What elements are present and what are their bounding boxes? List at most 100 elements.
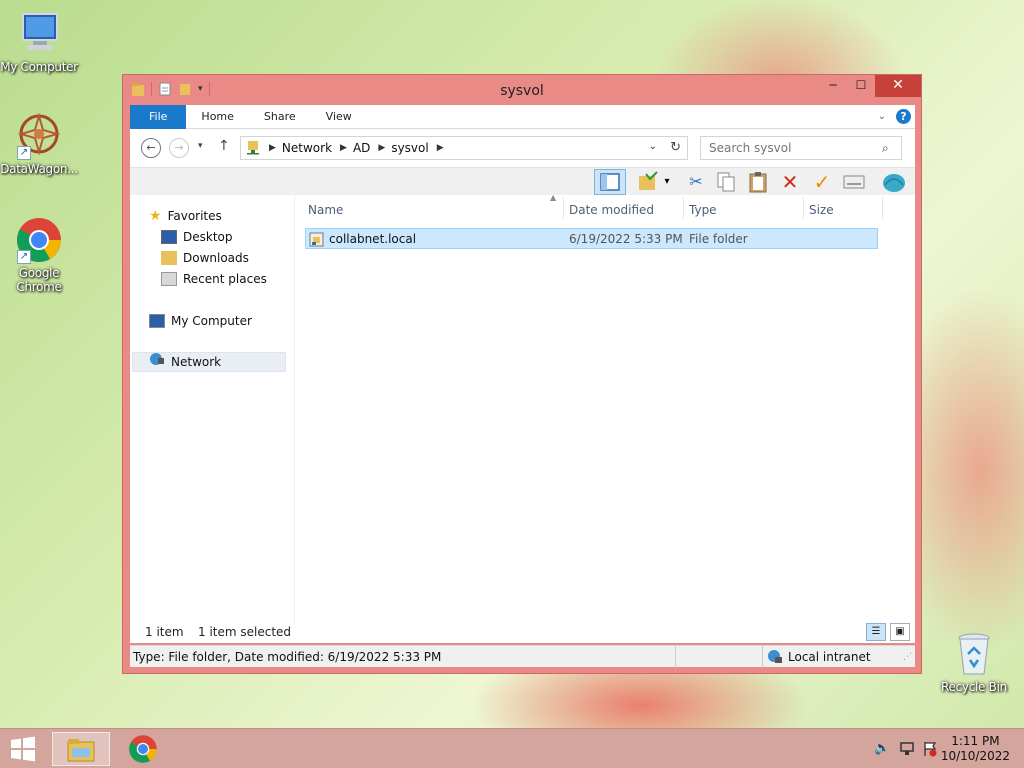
- address-dropdown-icon[interactable]: ⌄: [649, 141, 657, 152]
- forward-button[interactable]: →: [169, 138, 189, 158]
- resize-grip-icon[interactable]: ⋰: [903, 652, 912, 662]
- breadcrumb-chevron-icon[interactable]: ▶: [340, 143, 347, 153]
- tab-home[interactable]: Home: [186, 105, 248, 129]
- sort-indicator-icon: ▲: [550, 193, 557, 202]
- nav-label: Downloads: [183, 251, 249, 265]
- window-controls: ─ ☐ ✕: [819, 75, 921, 97]
- details-view-button[interactable]: ☰: [866, 623, 886, 641]
- shortcut-arrow-icon: ↗: [17, 250, 31, 264]
- desktop-icon-recycle-bin[interactable]: Recycle Bin: [932, 630, 1016, 694]
- breadcrumb-sysvol[interactable]: sysvol: [391, 141, 428, 155]
- desktop-icon-label: Google Chrome: [16, 266, 62, 294]
- taskbar-file-explorer[interactable]: [52, 732, 110, 766]
- up-button[interactable]: ↑: [218, 138, 230, 154]
- address-bar[interactable]: ▶ Network ▶ AD ▶ sysvol ▶ ⌄ ↻: [240, 136, 688, 160]
- dropdown-arrow-icon[interactable]: ▾: [660, 171, 674, 193]
- clock-date: 10/10/2022: [940, 749, 1010, 763]
- breadcrumb-network[interactable]: Network: [282, 141, 332, 155]
- file-explorer-icon: [66, 737, 96, 766]
- move-to-icon[interactable]: [636, 171, 660, 193]
- system-clock[interactable]: 1:11 PM 10/10/2022: [941, 734, 1010, 764]
- tab-share[interactable]: Share: [249, 105, 311, 129]
- nav-network[interactable]: Network: [132, 352, 286, 372]
- network-tray-icon[interactable]: [899, 741, 915, 761]
- ribbon-right-controls: ⌄ ?: [878, 109, 911, 124]
- help-icon[interactable]: ?: [896, 109, 911, 124]
- nav-label: My Computer: [171, 314, 252, 328]
- nav-label: Recent places: [183, 272, 267, 286]
- cut-icon[interactable]: ✂: [684, 171, 708, 193]
- desktop-icon-datawagon[interactable]: ↗ DataWagon...: [0, 112, 81, 176]
- breadcrumb-chevron-icon[interactable]: ▶: [378, 143, 385, 153]
- nav-my-computer[interactable]: My Computer: [149, 311, 252, 331]
- file-name: collabnet.local: [329, 232, 417, 246]
- column-header-date-modified[interactable]: Date modified: [569, 203, 654, 217]
- minimize-button[interactable]: ─: [819, 75, 847, 97]
- tab-file[interactable]: File: [130, 104, 187, 129]
- action-center-flag-icon[interactable]: [922, 741, 938, 761]
- breadcrumb-chevron-icon[interactable]: ▶: [269, 143, 276, 153]
- command-toolbar: ▾ ✂ ✕ ✓: [130, 167, 915, 195]
- nav-downloads[interactable]: Downloads: [161, 248, 249, 268]
- navigation-pane: ★ Favorites Desktop Downloads Recent pla…: [130, 195, 295, 623]
- paste-icon[interactable]: [746, 171, 770, 193]
- back-button[interactable]: ←: [141, 138, 161, 158]
- details-bar: Type: File folder, Date modified: 6/19/2…: [130, 645, 915, 668]
- start-button[interactable]: [8, 732, 40, 766]
- nav-recent-places[interactable]: Recent places: [161, 269, 267, 289]
- refresh-icon[interactable]: ↻: [670, 140, 681, 155]
- desktop-icon-label: Recycle Bin: [941, 680, 1007, 694]
- column-header-size[interactable]: Size: [809, 203, 834, 217]
- file-type: File folder: [689, 232, 748, 246]
- chrome-icon: [128, 734, 158, 767]
- nav-desktop[interactable]: Desktop: [161, 227, 233, 247]
- large-icons-view-button[interactable]: ▣: [890, 623, 910, 641]
- title-bar[interactable]: ▾ sysvol ─ ☐ ✕: [123, 75, 921, 105]
- file-row[interactable]: collabnet.local 6/19/2022 5:33 PM File f…: [305, 228, 878, 249]
- desktop-icon-label: DataWagon...: [0, 162, 78, 176]
- shell-icon[interactable]: [882, 171, 906, 193]
- column-divider[interactable]: [683, 197, 684, 219]
- content-area: ★ Favorites Desktop Downloads Recent pla…: [130, 193, 915, 623]
- search-icon[interactable]: ⌕: [882, 141, 889, 156]
- nav-label: Desktop: [183, 230, 233, 244]
- zone-divider: [675, 646, 676, 668]
- recycle-bin-icon: [950, 630, 998, 678]
- delete-icon[interactable]: ✕: [778, 171, 802, 193]
- security-zone: Local intranet: [788, 650, 871, 664]
- datawagon-icon: ↗: [15, 112, 63, 160]
- nav-label: Favorites: [167, 209, 222, 223]
- column-divider[interactable]: [803, 197, 804, 219]
- close-button[interactable]: ✕: [875, 75, 921, 97]
- chrome-icon: ↗: [15, 216, 63, 264]
- volume-muted-icon[interactable]: 🔈: [874, 741, 890, 756]
- taskbar-google-chrome[interactable]: [118, 732, 168, 766]
- copy-icon[interactable]: [714, 171, 738, 193]
- nav-favorites[interactable]: ★ Favorites: [149, 206, 222, 226]
- breadcrumb-chevron-icon[interactable]: ▶: [437, 143, 444, 153]
- search-input[interactable]: [700, 136, 902, 160]
- properties-toolbar-icon[interactable]: [842, 171, 866, 193]
- maximize-button[interactable]: ☐: [847, 75, 875, 97]
- column-header-name[interactable]: Name: [308, 203, 343, 217]
- desktop-icon-google-chrome[interactable]: ↗ Google Chrome: [0, 216, 81, 294]
- explorer-window: ▾ sysvol ─ ☐ ✕ File Home Share View ⌄ ? …: [122, 74, 922, 674]
- star-icon: ★: [149, 208, 162, 224]
- expand-ribbon-icon[interactable]: ⌄: [878, 111, 886, 122]
- preview-pane-icon[interactable]: [594, 169, 626, 195]
- desktop-icon-my-computer[interactable]: My Computer: [0, 10, 81, 74]
- recent-locations-icon[interactable]: ▾: [198, 141, 203, 151]
- zone-divider: [762, 646, 763, 668]
- status-bar: 1 item 1 item selected ☰ ▣: [130, 623, 915, 643]
- network-folder-icon: [309, 231, 325, 250]
- breadcrumb-ad[interactable]: AD: [353, 141, 370, 155]
- rename-check-icon[interactable]: ✓: [810, 171, 834, 193]
- column-divider[interactable]: [563, 197, 564, 219]
- column-divider[interactable]: [882, 197, 883, 219]
- desktop-icon: [161, 230, 177, 244]
- nav-label: Network: [171, 355, 222, 369]
- tab-view[interactable]: View: [311, 105, 367, 129]
- local-intranet-icon: [767, 649, 783, 668]
- column-header-type[interactable]: Type: [689, 203, 717, 217]
- navigation-bar: ← → ▾ ↑ ▶ Network ▶ AD ▶ sysvol ▶ ⌄ ↻ ⌕: [130, 129, 915, 167]
